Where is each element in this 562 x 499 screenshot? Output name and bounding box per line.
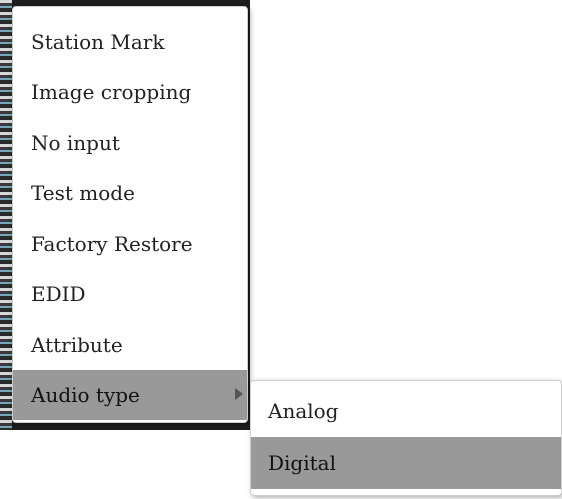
audio-type-submenu: Analog Digital: [250, 380, 562, 496]
menu-item-test-mode[interactable]: Test mode: [13, 168, 247, 218]
context-menu: Station Mark Image cropping No input Tes…: [12, 6, 248, 423]
menu-item-factory-restore[interactable]: Factory Restore: [13, 219, 247, 269]
menu-item-attribute[interactable]: Attribute: [13, 320, 247, 370]
menu-item-audio-type[interactable]: Audio type: [13, 370, 247, 420]
menu-item-edid[interactable]: EDID: [13, 269, 247, 319]
submenu-item-digital[interactable]: Digital: [251, 437, 561, 489]
submenu-item-analog[interactable]: Analog: [251, 385, 561, 437]
menu-item-station-mark[interactable]: Station Mark: [13, 17, 247, 67]
background-video-strip: [0, 0, 12, 430]
menu-item-audio-type-label: Audio type: [31, 383, 140, 407]
menu-item-no-input[interactable]: No input: [13, 118, 247, 168]
menu-item-image-cropping[interactable]: Image cropping: [13, 67, 247, 117]
submenu-arrow-icon: [235, 388, 243, 400]
